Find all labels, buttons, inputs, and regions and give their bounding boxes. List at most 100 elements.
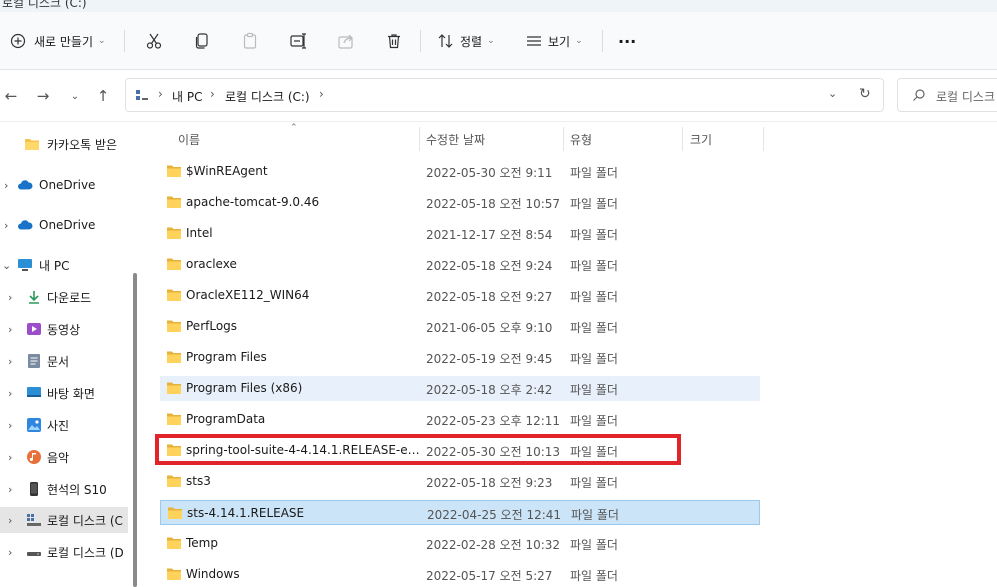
paste-button[interactable] [240, 28, 260, 54]
file-name: ProgramData [186, 412, 266, 426]
folder-icon [166, 412, 182, 426]
search-field[interactable]: 로컬 디스크 [897, 78, 997, 112]
file-type: 파일 폴더 [570, 352, 618, 366]
column-header-name[interactable]: 이름 [178, 127, 200, 151]
sidebar-scrollbar-thumb[interactable] [133, 273, 137, 587]
copy-button[interactable] [192, 28, 212, 54]
toolbar-divider [124, 30, 125, 52]
chevron-right-icon: › [8, 418, 13, 432]
refresh-icon[interactable]: ↻ [859, 86, 871, 102]
annotation-highlight [155, 434, 681, 465]
forward-button[interactable]: → [32, 85, 54, 107]
column-header-size[interactable]: 크기 [690, 127, 712, 151]
file-date: 2022-05-18 오전 10:57 [426, 197, 561, 211]
sidebar-item-local-disk-c[interactable]: › 로컬 디스크 (C [0, 507, 128, 533]
more-options-button[interactable]: ··· [618, 28, 636, 54]
sidebar-item-documents[interactable]: › 문서 [0, 348, 128, 374]
new-button-label: 새로 만들기 [34, 34, 94, 49]
chevron-down-icon: ⌄ [487, 36, 495, 46]
file-type: 파일 폴더 [570, 321, 618, 335]
sort-button[interactable]: 정렬 ⌄ [436, 28, 495, 54]
breadcrumb-my-pc[interactable]: 내 PC [172, 88, 202, 105]
column-divider[interactable] [763, 127, 764, 151]
table-row[interactable]: oraclexe 2022-05-18 오전 9:24 파일 폴더 [160, 252, 760, 277]
navigation-pane: 카카오톡 받은 › OneDrive › OneDrive ⌄ 내 PC › 다… [0, 123, 128, 587]
folder-icon [166, 164, 182, 178]
breadcrumb-local-disk[interactable]: 로컬 디스크 (C:) [225, 88, 310, 105]
address-field[interactable]: › 내 PC › 로컬 디스크 (C:) › ⌄ ↻ [125, 78, 884, 112]
cloud-icon [17, 217, 33, 233]
window-title: 로컬 디스크 (C:) [2, 0, 87, 10]
chevron-right-icon: › [210, 87, 215, 101]
table-row[interactable]: Program Files (x86) 2022-05-18 오후 2:42 파일 … [160, 376, 760, 401]
sidebar-item-onedrive-1[interactable]: › OneDrive [0, 172, 128, 198]
table-row[interactable]: Temp 2022-02-28 오전 10:32 파일 폴더 [160, 531, 760, 556]
rename-icon [288, 31, 308, 51]
table-row[interactable]: sts3 2022-05-18 오전 9:23 파일 폴더 [160, 469, 760, 494]
file-name: apache-tomcat-9.0.46 [186, 195, 320, 209]
video-icon [26, 321, 42, 337]
sidebar-item-phone[interactable]: › 현석의 S10 [0, 476, 128, 502]
table-row[interactable]: ProgramData 2022-05-23 오후 12:11 파일 폴더 [160, 407, 760, 432]
sort-ascending-icon: ⌃ [290, 123, 298, 133]
folder-icon [166, 567, 182, 581]
file-type: 파일 폴더 [570, 259, 618, 273]
sidebar-item-music[interactable]: › 음악 [0, 444, 128, 470]
table-row[interactable]: Intel 2021-12-17 오전 8:54 파일 폴더 [160, 221, 760, 246]
sidebar-item-videos[interactable]: › 동영상 [0, 316, 128, 342]
file-date: 2022-05-18 오전 9:23 [426, 476, 553, 490]
sidebar-item-local-disk-d[interactable]: › 로컬 디스크 (D [0, 539, 128, 565]
cut-icon [144, 31, 164, 51]
chevron-right-icon: › [8, 482, 13, 496]
sidebar-item-my-pc[interactable]: ⌄ 내 PC [0, 252, 128, 278]
table-row[interactable]: Program Files 2022-05-19 오전 9:45 파일 폴더 [160, 345, 760, 370]
back-button[interactable]: ← [0, 85, 22, 107]
rename-button[interactable] [288, 28, 308, 54]
table-row[interactable]: Windows 2022-05-17 오전 5:27 파일 폴더 [160, 562, 760, 587]
share-button[interactable] [336, 28, 356, 54]
table-row[interactable]: $WinREAgent 2022-05-30 오전 9:11 파일 폴더 [160, 159, 760, 184]
sidebar-item-pictures[interactable]: › 사진 [0, 412, 128, 438]
file-type: 파일 폴더 [570, 290, 618, 304]
title-bar: 로컬 디스크 (C:) [0, 0, 997, 12]
recent-locations-button[interactable]: ⌄ [64, 85, 86, 107]
sidebar-item-label: 내 PC [39, 258, 70, 273]
folder-icon [166, 381, 182, 395]
table-row[interactable]: PerfLogs 2021-06-05 오후 9:10 파일 폴더 [160, 314, 760, 339]
chevron-down-icon[interactable]: ⌄ [828, 87, 837, 100]
sidebar-item-desktop[interactable]: › 바탕 화면 [0, 380, 128, 406]
phone-icon [26, 481, 42, 497]
share-icon [336, 31, 356, 51]
table-row[interactable]: OracleXE112_WIN64 2022-05-18 오전 9:27 파일 폴더 [160, 283, 760, 308]
column-header-type[interactable]: 유형 [570, 127, 592, 151]
view-button[interactable]: 보기 ⌄ [524, 28, 583, 54]
toolbar-divider [602, 30, 603, 52]
sidebar-item-downloads[interactable]: › 다운로드 [0, 284, 128, 310]
pictures-icon [26, 417, 42, 433]
chevron-down-icon: ⌄ [2, 258, 12, 272]
column-divider[interactable] [682, 127, 683, 151]
pc-icon [17, 257, 33, 273]
file-name: Temp [186, 536, 218, 550]
sidebar-item-label: OneDrive [39, 178, 96, 192]
file-date: 2022-05-18 오전 9:24 [426, 259, 553, 273]
delete-button[interactable] [384, 28, 404, 54]
file-name: Windows [186, 567, 240, 581]
arrow-up-icon: ↑ [96, 87, 110, 105]
up-button[interactable]: ↑ [92, 85, 114, 107]
chevron-right-icon: › [8, 545, 13, 559]
file-type: 파일 폴더 [570, 228, 618, 242]
column-header-date[interactable]: 수정한 날짜 [426, 127, 485, 151]
file-date: 2022-05-17 오전 5:27 [426, 569, 553, 583]
table-row[interactable]: apache-tomcat-9.0.46 2022-05-18 오전 10:57 파… [160, 190, 760, 215]
file-list: ⌃ 이름 수정한 날짜 유형 크기 $WinREAgent 2022-05-30 … [144, 123, 997, 587]
column-divider[interactable] [563, 127, 564, 151]
sidebar-item-onedrive-2[interactable]: › OneDrive [0, 212, 128, 238]
table-row[interactable]: sts-4.14.1.RELEASE 2022-04-25 오전 12:41 파일 … [160, 500, 760, 525]
new-button[interactable]: 새로 만들기 ⌄ [8, 28, 106, 54]
column-divider[interactable] [419, 127, 420, 151]
search-placeholder: 로컬 디스크 [936, 90, 996, 104]
paste-icon [240, 31, 260, 51]
cut-button[interactable] [144, 28, 164, 54]
sidebar-item-kakaotalk[interactable]: 카카오톡 받은 [0, 131, 128, 157]
